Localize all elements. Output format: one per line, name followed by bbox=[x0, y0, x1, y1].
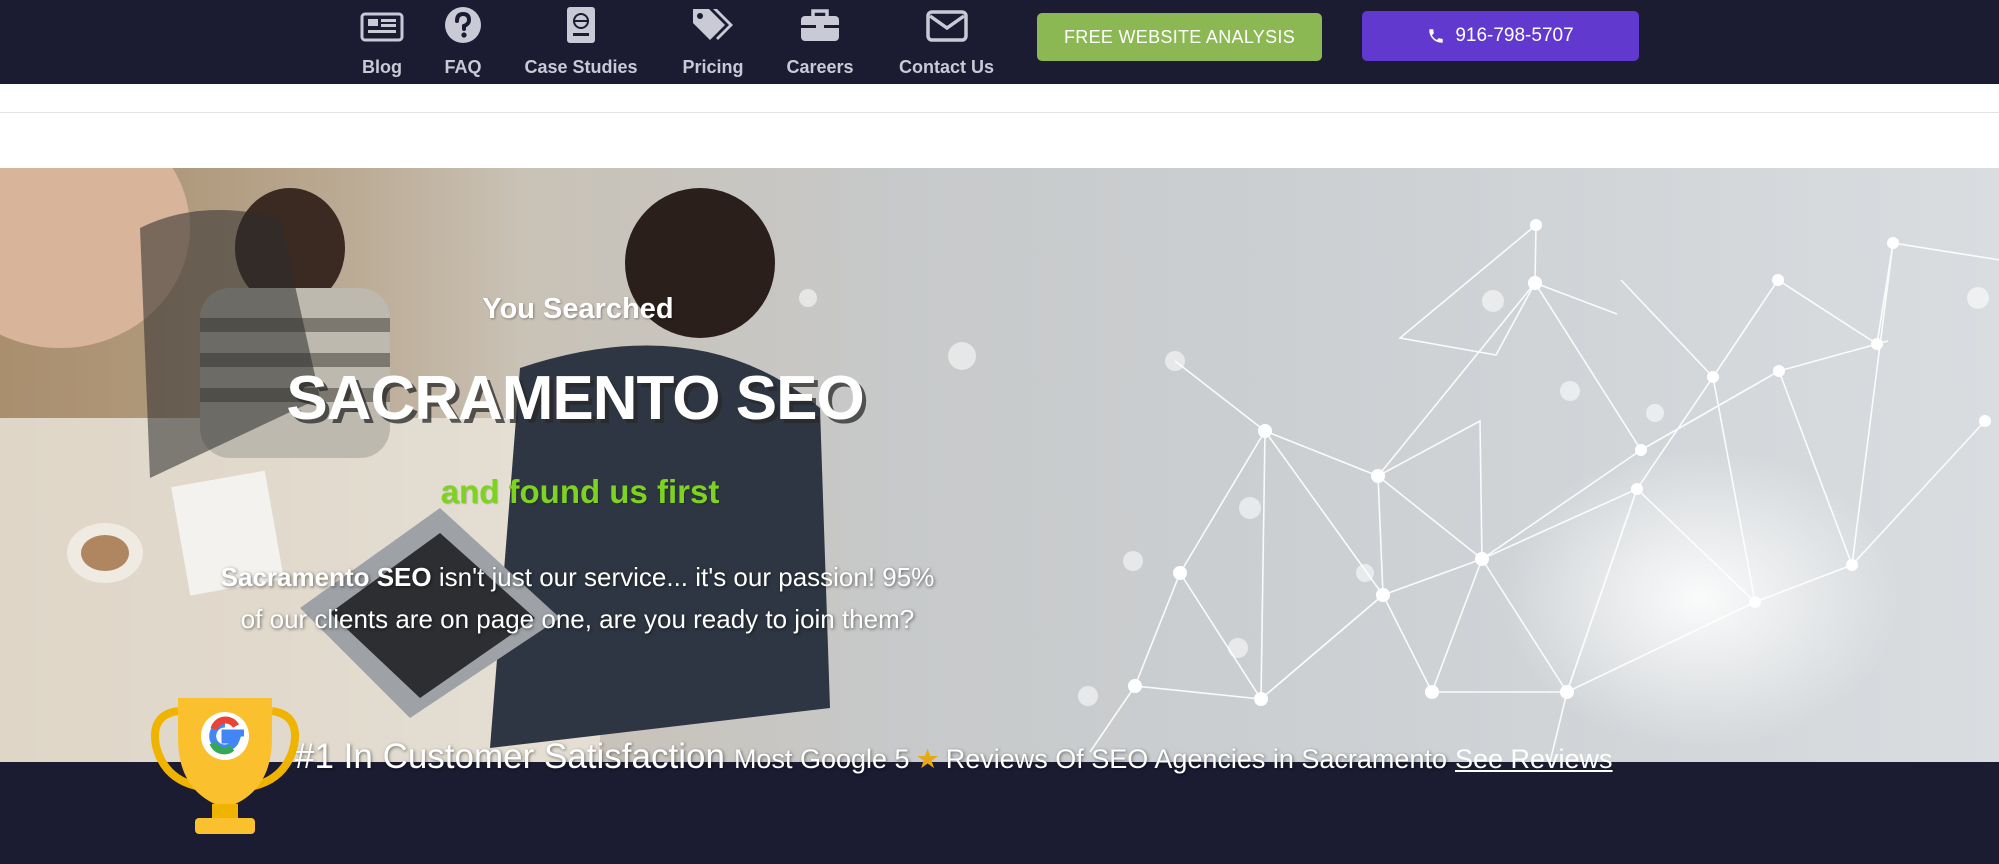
satisfaction-subtitle-end: Reviews Of SEO Agencies in Sacramento bbox=[945, 744, 1447, 774]
question-circle-icon bbox=[445, 7, 481, 43]
hero-eyebrow: You Searched bbox=[482, 293, 674, 325]
briefcase-icon bbox=[801, 9, 839, 41]
nav-item-blog[interactable]: Blog bbox=[357, 6, 407, 78]
top-navigation: Blog FAQ Case Studies Pricing Careers Co… bbox=[0, 0, 1999, 84]
page-spacer bbox=[0, 84, 1999, 168]
satisfaction-banner: #1 In Customer Satisfaction Most Google … bbox=[295, 737, 1613, 777]
passport-book-icon bbox=[567, 7, 595, 43]
satisfaction-subtitle-start: Most Google 5 bbox=[733, 744, 910, 774]
envelope-icon bbox=[925, 10, 968, 42]
hero-headline: SACRAMENTO SEO bbox=[286, 364, 864, 433]
nav-label-careers: Careers bbox=[786, 57, 854, 77]
newspaper-icon bbox=[360, 12, 404, 42]
hero-banner: You Searched SACRAMENTO SEO and found us… bbox=[0, 168, 1999, 762]
price-tags-icon bbox=[693, 9, 733, 40]
hero-background-image bbox=[0, 168, 1999, 762]
nav-label-case-studies: Case Studies bbox=[524, 57, 638, 77]
nav-item-faq[interactable]: FAQ bbox=[438, 6, 488, 78]
nav-item-contact-us[interactable]: Contact Us bbox=[893, 6, 1000, 78]
divider bbox=[0, 112, 1999, 113]
nav-label-pricing: Pricing bbox=[682, 57, 744, 77]
nav-item-careers[interactable]: Careers bbox=[781, 6, 859, 78]
phone-icon bbox=[1429, 29, 1444, 43]
nav-label-blog: Blog bbox=[362, 57, 402, 77]
nav-label-contact-us: Contact Us bbox=[898, 57, 994, 77]
see-reviews-link[interactable]: See Reviews bbox=[1455, 744, 1613, 775]
nav-item-pricing[interactable]: Pricing bbox=[676, 6, 750, 78]
nav-item-case-studies[interactable]: Case Studies bbox=[520, 6, 642, 78]
star-icon: ★ bbox=[915, 744, 940, 774]
free-website-analysis-button[interactable]: FREE WEBSITE ANALYSIS bbox=[1037, 13, 1322, 61]
hero-blurb: Sacramento SEO isn't just our service...… bbox=[210, 556, 945, 640]
hero-subhead: and found us first bbox=[440, 473, 720, 510]
call-phone-button[interactable]: 916-798-5707 bbox=[1362, 11, 1639, 61]
hero-blurb-strong: Sacramento SEO bbox=[220, 562, 432, 592]
nav-label-faq: FAQ bbox=[444, 57, 482, 77]
google-trophy-icon bbox=[151, 698, 299, 834]
satisfaction-title: #1 In Customer Satisfaction bbox=[295, 737, 725, 776]
phone-number: 916-798-5707 bbox=[1455, 25, 1574, 46]
